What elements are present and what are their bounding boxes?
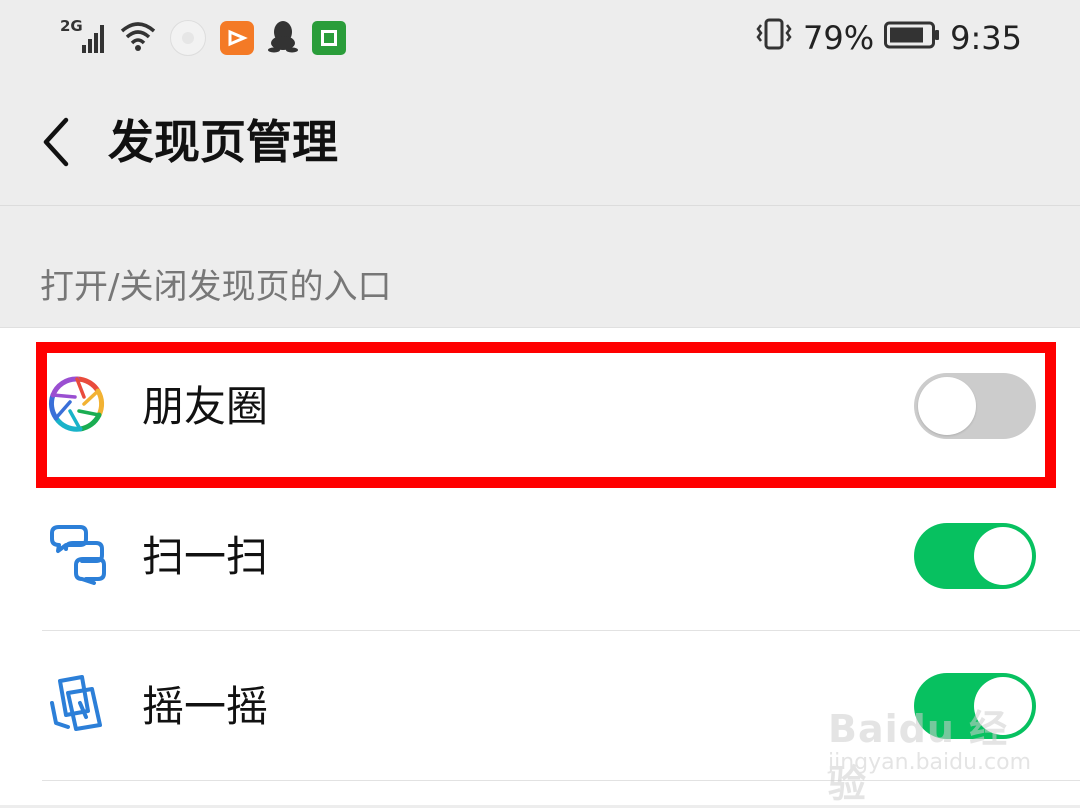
list-item-moments: 朋友圈 xyxy=(0,331,1080,481)
chevron-left-icon xyxy=(43,117,69,167)
watermark: Baidu 经验 jingyan.baidu.com xyxy=(828,688,1038,806)
title-bar: 发现页管理 xyxy=(0,78,1080,206)
vibrate-icon xyxy=(755,17,793,59)
shake-icon xyxy=(46,673,108,735)
list-item-label: 摇一摇 xyxy=(142,682,269,731)
scan-icon xyxy=(46,523,108,585)
toggle-knob xyxy=(974,527,1032,585)
video-app-icon xyxy=(220,21,254,55)
qq-icon xyxy=(268,19,298,57)
section-label: 打开/关闭发现页的入口 xyxy=(40,267,392,307)
moments-icon xyxy=(46,373,108,435)
list-item-scan: 扫一扫 xyxy=(0,481,1080,631)
battery-percent: 79% xyxy=(803,19,875,57)
status-left-icons: 2G xyxy=(60,17,346,58)
list-item-label: 扫一扫 xyxy=(142,532,269,581)
list-item-label: 朋友圈 xyxy=(142,382,269,431)
back-button[interactable] xyxy=(38,112,78,172)
signal-icon: 2G xyxy=(60,17,106,55)
clock: 9:35 xyxy=(950,19,1022,57)
toggle-knob xyxy=(918,377,976,435)
wifi-icon xyxy=(120,20,156,56)
battery-icon xyxy=(884,19,940,57)
page-title: 发现页管理 xyxy=(108,115,338,169)
moments-toggle[interactable] xyxy=(914,373,1036,439)
notification-app-icon xyxy=(170,20,206,56)
status-bar: 2G 79% 9:35 xyxy=(0,0,1080,78)
status-right-icons: 79% 9:35 xyxy=(755,16,1022,60)
watermark-sub: jingyan.baidu.com xyxy=(828,750,1032,775)
scan-toggle[interactable] xyxy=(914,523,1036,589)
green-app-icon xyxy=(312,21,346,55)
